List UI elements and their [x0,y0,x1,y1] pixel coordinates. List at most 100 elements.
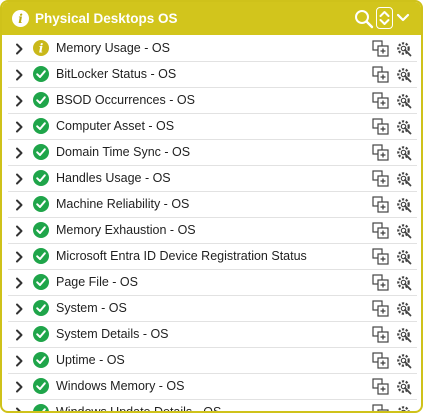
chevron-right-icon[interactable] [14,381,24,393]
add-to-dashboard-icon[interactable] [372,40,389,57]
monitor-label: Handles Usage - OS [56,171,171,185]
settings-wrench-icon[interactable] [395,66,412,83]
add-to-dashboard-icon[interactable] [372,274,389,291]
monitor-label: Memory Exhaustion - OS [56,223,196,237]
chevron-right-icon[interactable] [14,69,24,81]
check-icon [33,300,49,316]
settings-wrench-icon[interactable] [395,196,412,213]
warning-icon: i [33,40,49,56]
add-to-dashboard-icon[interactable] [372,222,389,239]
monitor-row[interactable]: Windows Memory - OS [8,375,417,400]
add-to-dashboard-icon[interactable] [372,66,389,83]
search-icon[interactable] [354,9,374,29]
chevron-right-icon[interactable] [14,303,24,315]
settings-wrench-icon[interactable] [395,352,412,369]
monitor-label: Windows Update Details - OS [56,405,222,413]
chevron-right-icon[interactable] [14,225,24,237]
check-icon [33,222,49,238]
check-icon [33,92,49,108]
monitor-label: Uptime - OS [56,353,125,367]
settings-wrench-icon[interactable] [395,378,412,395]
chevron-right-icon[interactable] [14,121,24,133]
monitor-row[interactable]: Uptime - OS [8,349,417,374]
monitor-row[interactable]: Page File - OS [8,271,417,296]
chevron-right-icon[interactable] [14,173,24,185]
check-icon [33,196,49,212]
check-icon [33,66,49,82]
chevron-right-icon[interactable] [14,199,24,211]
settings-wrench-icon[interactable] [395,274,412,291]
chevron-right-icon[interactable] [14,147,24,159]
chevron-right-icon[interactable] [14,355,24,367]
monitor-row[interactable]: Computer Asset - OS [8,115,417,140]
check-icon [33,404,49,411]
monitor-panel: i Physical Desktops OS i Memory Usage - O… [0,0,423,413]
check-icon [33,274,49,290]
monitor-row[interactable]: Microsoft Entra ID Device Registration S… [8,245,417,270]
chevron-right-icon[interactable] [14,43,24,55]
settings-wrench-icon[interactable] [395,222,412,239]
settings-wrench-icon[interactable] [395,92,412,109]
settings-wrench-icon[interactable] [395,404,412,413]
info-icon[interactable]: i [12,10,29,27]
settings-wrench-icon[interactable] [395,118,412,135]
sort-icon [379,11,390,25]
settings-wrench-icon[interactable] [395,170,412,187]
check-icon [33,326,49,342]
check-icon [33,144,49,160]
check-icon [33,118,49,134]
monitor-label: Windows Memory - OS [56,379,185,393]
chevron-right-icon[interactable] [14,407,24,413]
check-icon [33,248,49,264]
add-to-dashboard-icon[interactable] [372,196,389,213]
monitor-row[interactable]: Handles Usage - OS [8,167,417,192]
settings-wrench-icon[interactable] [395,144,412,161]
add-to-dashboard-icon[interactable] [372,326,389,343]
add-to-dashboard-icon[interactable] [372,404,389,413]
panel-title: Physical Desktops OS [35,11,178,26]
monitor-row[interactable]: System - OS [8,297,417,322]
add-to-dashboard-icon[interactable] [372,378,389,395]
svg-text:i: i [39,42,44,56]
settings-wrench-icon[interactable] [395,40,412,57]
monitor-row[interactable]: Machine Reliability - OS [8,193,417,218]
monitor-row[interactable]: System Details - OS [8,323,417,348]
check-icon [33,170,49,186]
monitor-row[interactable]: i Memory Usage - OS [8,37,417,62]
chevron-right-icon[interactable] [14,95,24,107]
add-to-dashboard-icon[interactable] [372,300,389,317]
add-to-dashboard-icon[interactable] [372,352,389,369]
chevron-right-icon[interactable] [14,329,24,341]
monitor-label: BitLocker Status - OS [56,67,177,81]
monitor-row[interactable]: Domain Time Sync - OS [8,141,417,166]
add-to-dashboard-icon[interactable] [372,248,389,265]
monitor-label: Domain Time Sync - OS [56,145,191,159]
settings-wrench-icon[interactable] [395,300,412,317]
monitor-row[interactable]: Memory Exhaustion - OS [8,219,417,244]
settings-wrench-icon[interactable] [395,248,412,265]
add-to-dashboard-icon[interactable] [372,144,389,161]
monitor-label: Microsoft Entra ID Device Registration S… [56,249,307,263]
add-to-dashboard-icon[interactable] [372,118,389,135]
monitor-label: Page File - OS [56,275,138,289]
monitor-label: Memory Usage - OS [56,41,170,55]
chevron-right-icon[interactable] [14,251,24,263]
monitor-row[interactable]: Windows Update Details - OS [8,401,417,413]
sort-button[interactable] [376,7,393,29]
add-to-dashboard-icon[interactable] [372,92,389,109]
panel-header: i Physical Desktops OS [2,2,421,35]
settings-wrench-icon[interactable] [395,326,412,343]
check-icon [33,378,49,394]
monitor-list: i Memory Usage - OS BitLocker Status - OS B… [8,37,417,413]
chevron-right-icon[interactable] [14,277,24,289]
monitor-row[interactable]: BSOD Occurrences - OS [8,89,417,114]
monitor-label: Computer Asset - OS [56,119,175,133]
monitor-label: BSOD Occurrences - OS [56,93,195,107]
monitor-label: System - OS [56,301,127,315]
monitor-label: System Details - OS [56,327,169,341]
add-to-dashboard-icon[interactable] [372,170,389,187]
monitor-row[interactable]: BitLocker Status - OS [8,63,417,88]
check-icon [33,352,49,368]
monitor-label: Machine Reliability - OS [56,197,190,211]
collapse-icon[interactable] [396,11,410,25]
